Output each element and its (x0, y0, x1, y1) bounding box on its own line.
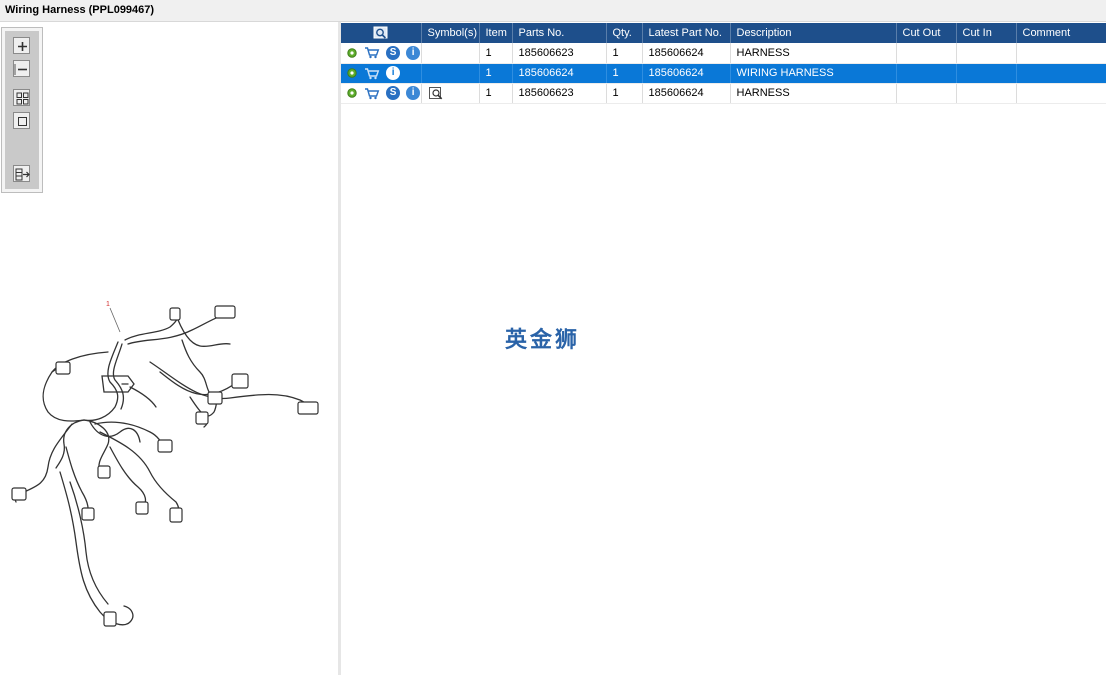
cell-qty: 1 (606, 83, 643, 104)
cell-latest-part-no: 185606624 (642, 43, 731, 64)
connector-14 (103, 611, 117, 627)
fit-all-button[interactable] (13, 89, 30, 106)
search-icon (373, 26, 388, 39)
cell-symbols (421, 43, 480, 64)
cell-cut-in (956, 63, 1017, 84)
column-header-cut-in[interactable]: Cut In (956, 23, 1017, 43)
cell-description: HARNESS (730, 83, 897, 104)
cell-cut-out (896, 63, 957, 84)
connector-6 (297, 401, 319, 415)
column-header-search[interactable] (341, 23, 422, 43)
table-header-row: Symbol(s) Item Parts No. Qty. Latest Par… (341, 23, 1106, 43)
connector-13 (97, 465, 111, 479)
cell-description: HARNESS (730, 43, 897, 64)
fit-all-icon (16, 92, 29, 105)
cell-qty: 1 (606, 63, 643, 84)
connector-11 (81, 507, 95, 521)
zoom-out-icon (14, 64, 27, 75)
column-header-latest-part-no[interactable]: Latest Part No. (642, 23, 731, 43)
cell-comment (1016, 43, 1106, 64)
column-header-cut-out[interactable]: Cut Out (896, 23, 957, 43)
table-row-selected[interactable]: i 1 185606624 1 185606624 WIRING HARNESS (341, 63, 1106, 84)
connector-12 (135, 501, 149, 515)
zoom-out-button[interactable] (13, 60, 30, 77)
s-icon[interactable]: S (386, 86, 401, 100)
connector-8 (157, 439, 173, 453)
cell-part-no: 185606623 (512, 43, 607, 64)
cell-item: 1 (479, 43, 513, 64)
gear-icon[interactable] (346, 87, 358, 99)
gear-icon[interactable] (346, 47, 358, 59)
row-actions: i (341, 63, 422, 84)
s-icon[interactable]: S (386, 45, 401, 60)
row-actions: S i (341, 83, 422, 104)
connector-5 (195, 411, 209, 425)
export-button[interactable] (13, 165, 30, 182)
cart-icon[interactable] (364, 87, 380, 100)
cart-icon[interactable] (364, 67, 380, 80)
drawing-pane[interactable]: 1 (0, 22, 338, 675)
cell-cut-out (896, 43, 957, 64)
watermark: 英金狮 (505, 328, 581, 353)
connector-10 (169, 507, 183, 523)
info-icon[interactable]: i (386, 66, 401, 80)
fit-window-icon (18, 117, 27, 126)
column-header-item[interactable]: Item (479, 23, 513, 43)
cell-part-no: 185606623 (512, 83, 607, 104)
column-header-parts-no[interactable]: Parts No. (512, 23, 607, 43)
cell-symbols (421, 63, 480, 84)
cell-comment (1016, 83, 1106, 104)
magnifier-doc-icon[interactable] (428, 86, 444, 100)
row-actions: S i (341, 43, 422, 64)
cell-symbols (421, 83, 480, 104)
title-bar: Wiring Harness (PPL099467) (0, 0, 1106, 22)
cell-cut-out (896, 83, 957, 104)
zoom-in-button[interactable] (13, 37, 30, 54)
connector-2 (214, 305, 236, 319)
cell-item: 1 (479, 63, 513, 84)
connector-3 (231, 373, 249, 389)
parts-pane: Symbol(s) Item Parts No. Qty. Latest Par… (341, 22, 1106, 675)
cart-icon[interactable] (364, 46, 380, 59)
export-icon (15, 168, 30, 181)
cell-latest-part-no: 185606624 (642, 83, 731, 104)
cell-item: 1 (479, 83, 513, 104)
cell-qty: 1 (606, 43, 643, 64)
view-toolbar (1, 27, 43, 193)
cell-cut-in (956, 83, 1017, 104)
column-header-symbols[interactable]: Symbol(s) (421, 23, 480, 43)
callout-label: 1 (106, 301, 110, 308)
connector-4 (207, 391, 223, 405)
cell-comment (1016, 63, 1106, 84)
column-header-comment[interactable]: Comment (1016, 23, 1106, 43)
window-title: Wiring Harness (PPL099467) (5, 4, 155, 16)
info-icon[interactable]: i (406, 45, 421, 60)
cell-description: WIRING HARNESS (730, 63, 897, 84)
gear-icon[interactable] (346, 67, 358, 79)
zoom-in-icon (18, 42, 27, 51)
toolbar-panel (5, 31, 39, 189)
info-icon[interactable]: i (406, 86, 421, 100)
harness-drawing: 1 (11, 301, 319, 627)
connector-1 (169, 307, 181, 321)
connector-9 (11, 487, 27, 501)
connector-7 (55, 361, 71, 375)
cell-part-no: 185606624 (512, 63, 607, 84)
cell-cut-in (956, 43, 1017, 64)
fit-window-button[interactable] (13, 112, 30, 129)
table-row[interactable]: S i 1 185606623 1 185606624 HARNESS (341, 43, 1106, 64)
table-row[interactable]: S i 1 185606623 1 185606624 HARNESS (341, 83, 1106, 104)
parts-table: Symbol(s) Item Parts No. Qty. Latest Par… (341, 23, 1106, 104)
column-header-description[interactable]: Description (730, 23, 897, 43)
column-header-qty[interactable]: Qty. (606, 23, 643, 43)
cell-latest-part-no: 185606624 (642, 63, 731, 84)
